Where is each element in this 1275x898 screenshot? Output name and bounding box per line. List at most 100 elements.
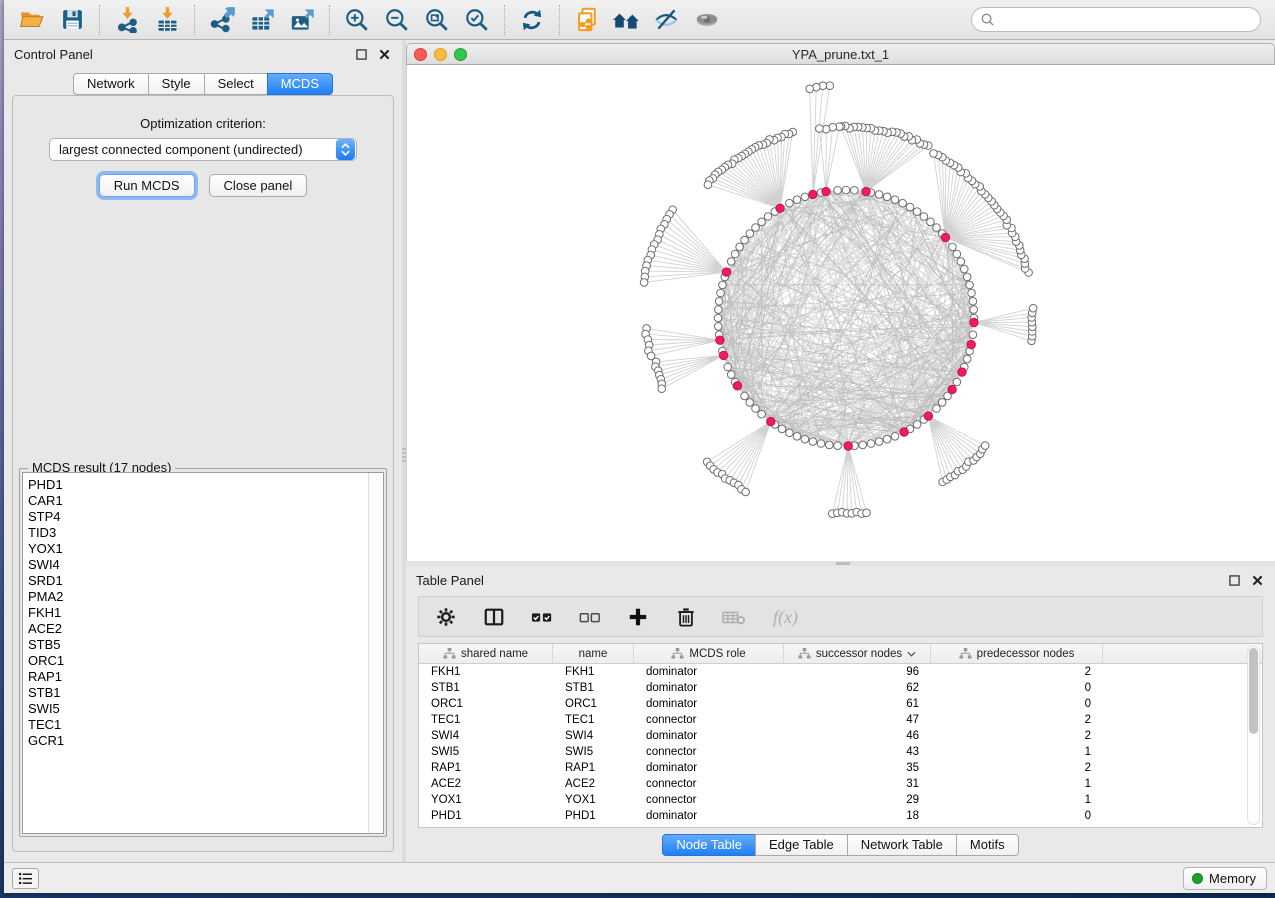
network-node[interactable] — [938, 399, 946, 407]
network-node[interactable] — [741, 236, 749, 244]
network-node[interactable] — [826, 441, 834, 449]
network-node[interactable] — [970, 306, 978, 314]
network-node[interactable] — [957, 258, 965, 266]
add-button[interactable] — [625, 604, 651, 630]
network-node[interactable] — [731, 250, 739, 258]
select-all-button[interactable] — [529, 604, 555, 630]
network-node[interactable] — [953, 250, 961, 258]
list-item[interactable]: YOX1 — [28, 541, 363, 557]
export-image-button[interactable] — [282, 3, 322, 37]
table-row[interactable]: SWI5SWI5connector431 — [419, 744, 1262, 760]
unselect-all-button[interactable] — [577, 604, 603, 630]
list-item[interactable]: SRD1 — [28, 573, 363, 589]
list-item[interactable]: SWI5 — [28, 701, 363, 717]
network-node[interactable] — [717, 289, 725, 297]
mcds-hub-node[interactable] — [924, 412, 932, 420]
network-node[interactable] — [863, 509, 871, 517]
network-node[interactable] — [640, 279, 648, 287]
tab-edge-table[interactable]: Edge Table — [755, 834, 848, 856]
network-node[interactable] — [746, 399, 754, 407]
save-session-button[interactable] — [52, 3, 92, 37]
network-node[interactable] — [933, 224, 941, 232]
network-node[interactable] — [968, 289, 976, 297]
network-node[interactable] — [809, 438, 817, 446]
table-row[interactable]: SWI4SWI4dominator462 — [419, 728, 1262, 744]
network-node[interactable] — [719, 281, 727, 289]
tab-mcds[interactable]: MCDS — [267, 73, 333, 95]
network-node[interactable] — [969, 331, 977, 339]
list-item[interactable]: TID3 — [28, 525, 363, 541]
list-item[interactable]: STB5 — [28, 637, 363, 653]
tab-node-table[interactable]: Node Table — [662, 834, 756, 856]
network-node[interactable] — [658, 385, 666, 393]
network-node[interactable] — [875, 438, 883, 446]
list-item[interactable]: PHD1 — [28, 477, 363, 493]
network-node[interactable] — [758, 218, 766, 226]
network-node[interactable] — [704, 181, 712, 189]
table-row[interactable]: STB1STB1dominator620 — [419, 680, 1262, 696]
list-item[interactable]: PMA2 — [28, 589, 363, 605]
network-node[interactable] — [867, 440, 875, 448]
table-row[interactable]: TEC1TEC1connector472 — [419, 712, 1262, 728]
network-node[interactable] — [786, 429, 794, 437]
list-item[interactable]: STP4 — [28, 509, 363, 525]
table-scrollbar[interactable] — [1247, 646, 1260, 825]
zoom-fit-button[interactable] — [417, 3, 457, 37]
network-node[interactable] — [715, 298, 723, 306]
refresh-button[interactable] — [512, 3, 552, 37]
mcds-hub-node[interactable] — [716, 336, 724, 344]
mcds-hub-node[interactable] — [941, 233, 949, 241]
tab-select[interactable]: Select — [204, 73, 268, 95]
network-node[interactable] — [715, 306, 723, 314]
table-row[interactable]: YOX1YOX1connector291 — [419, 792, 1262, 808]
duplicate-network-button[interactable] — [567, 3, 607, 37]
network-node[interactable] — [927, 218, 935, 226]
mcds-hub-node[interactable] — [967, 340, 975, 348]
network-node[interactable] — [883, 193, 891, 201]
network-node[interactable] — [778, 425, 786, 433]
network-node[interactable] — [851, 187, 859, 195]
column-header-shared-name[interactable]: shared name — [419, 644, 553, 664]
network-node[interactable] — [714, 314, 722, 322]
export-table-button[interactable] — [242, 3, 282, 37]
network-node[interactable] — [963, 273, 971, 281]
mcds-hub-node[interactable] — [862, 187, 870, 195]
network-node[interactable] — [1029, 304, 1037, 312]
float-panel-icon[interactable] — [354, 47, 369, 62]
mcds-hub-node[interactable] — [958, 368, 966, 376]
network-node[interactable] — [969, 298, 977, 306]
tab-motifs[interactable]: Motifs — [956, 834, 1019, 856]
network-frame-titlebar[interactable]: YPA_prune.txt_1 — [406, 43, 1275, 65]
run-mcds-button[interactable]: Run MCDS — [99, 174, 195, 197]
close-panel-icon[interactable] — [1250, 573, 1265, 588]
mcds-hub-node[interactable] — [948, 385, 956, 393]
task-history-button[interactable] — [12, 868, 39, 889]
memory-button[interactable]: Memory — [1183, 867, 1267, 890]
network-node[interactable] — [920, 213, 928, 221]
network-node[interactable] — [764, 213, 772, 221]
network-node[interactable] — [930, 150, 938, 158]
network-node[interactable] — [891, 196, 899, 204]
show-all-button[interactable] — [687, 3, 727, 37]
mcds-hub-node[interactable] — [733, 382, 741, 390]
network-node[interactable] — [949, 243, 957, 251]
mcds-hub-node[interactable] — [767, 417, 775, 425]
network-node[interactable] — [913, 208, 921, 216]
mcds-result-list[interactable]: PHD1CAR1STP4TID3YOX1SWI4SRD1PMA2FKH1ACE2… — [22, 472, 384, 834]
delete-table-button[interactable] — [721, 604, 747, 630]
scrollbar-thumb[interactable] — [1249, 648, 1258, 734]
network-node[interactable] — [742, 488, 750, 496]
import-network-button[interactable] — [107, 3, 147, 37]
list-item[interactable]: GCR1 — [28, 733, 363, 749]
delete-button[interactable] — [673, 604, 699, 630]
hide-selected-button[interactable] — [647, 3, 687, 37]
minimize-window-icon[interactable] — [434, 48, 447, 61]
network-node[interactable] — [913, 421, 921, 429]
network-node[interactable] — [875, 191, 883, 199]
close-panel-button[interactable]: Close panel — [209, 174, 308, 197]
table-row[interactable]: FKH1FKH1dominator962 — [419, 664, 1262, 680]
mcds-hub-node[interactable] — [822, 187, 830, 195]
mcds-hub-node[interactable] — [722, 268, 730, 276]
mcds-hub-node[interactable] — [844, 442, 852, 450]
network-node[interactable] — [933, 405, 941, 413]
